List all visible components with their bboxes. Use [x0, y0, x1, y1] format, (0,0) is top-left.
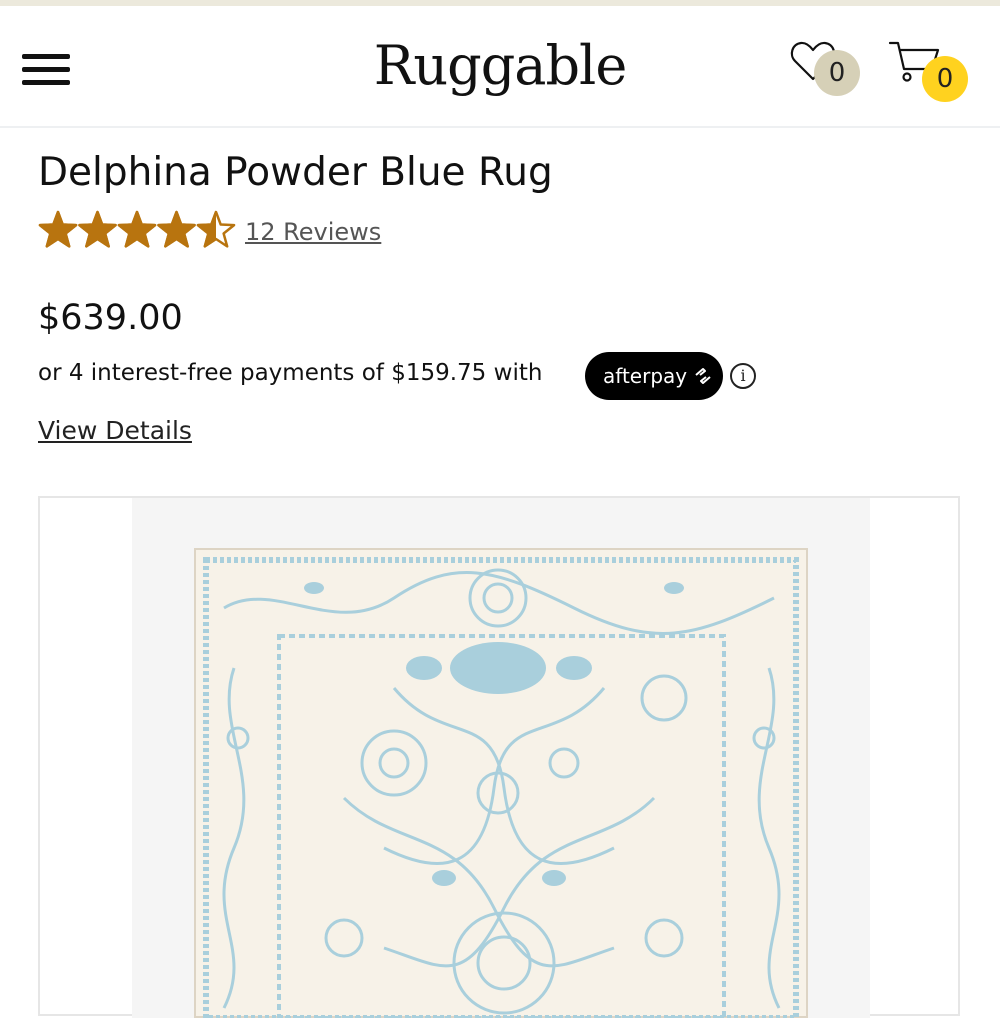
star-rating: [38, 210, 236, 248]
afterpay-arrows-icon: [695, 368, 711, 384]
wishlist-count-badge: 0: [814, 50, 860, 96]
rug-product-image: [194, 548, 808, 1018]
star-icon-fill: [157, 210, 196, 248]
product-title: Delphina Powder Blue Rug: [38, 150, 553, 195]
cart-button[interactable]: 0: [888, 40, 978, 110]
info-icon[interactable]: i: [730, 363, 756, 389]
star-icon-fill: [78, 210, 117, 248]
product-image-frame[interactable]: [38, 496, 960, 1018]
wishlist-button[interactable]: 0: [790, 40, 870, 110]
view-details-link[interactable]: View Details: [38, 416, 192, 445]
product-price: $639.00: [38, 298, 183, 338]
site-header: Ruggable 0 0: [0, 6, 1000, 128]
star-icon-fill: [117, 210, 157, 248]
afterpay-button[interactable]: afterpay: [585, 352, 723, 400]
reviews-link[interactable]: 12 Reviews: [245, 218, 381, 246]
afterpay-label: afterpay: [603, 364, 688, 388]
cart-count-badge: 0: [922, 56, 968, 102]
installments-text: or 4 interest-free payments of $159.75 w…: [38, 360, 543, 386]
star-icon-fill: [38, 210, 78, 248]
